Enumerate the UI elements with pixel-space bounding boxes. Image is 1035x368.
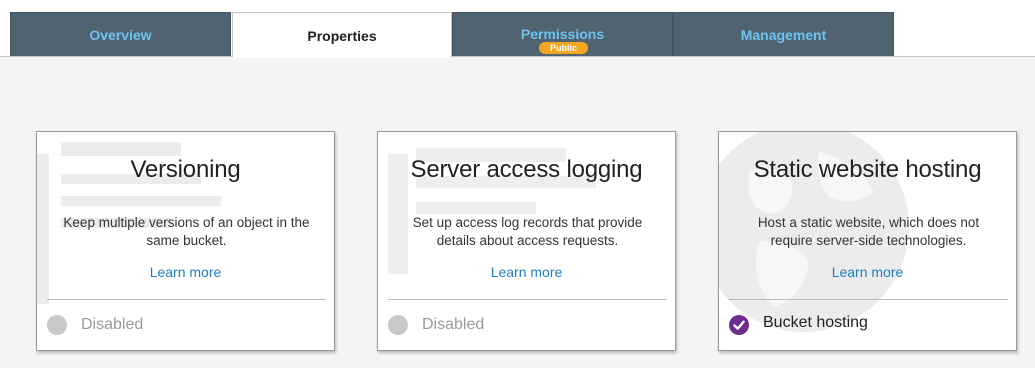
tab-management[interactable]: Management bbox=[673, 12, 894, 57]
public-badge: Public bbox=[539, 42, 588, 54]
learn-more-link[interactable]: Learn more bbox=[378, 264, 675, 280]
status-text: Disabled bbox=[81, 316, 144, 333]
server-access-logging-card[interactable]: Server access logging Set up access log … bbox=[377, 131, 676, 351]
versioning-card[interactable]: Versioning Keep multiple versions of an … bbox=[36, 131, 335, 351]
card-divider bbox=[388, 299, 667, 300]
learn-more-link[interactable]: Learn more bbox=[37, 264, 334, 280]
checkmark-icon bbox=[733, 320, 745, 330]
check-circle-icon bbox=[729, 315, 749, 335]
disabled-circle-icon bbox=[47, 315, 67, 335]
static-website-hosting-card[interactable]: Static website hosting Host a static web… bbox=[718, 131, 1017, 351]
tab-overview[interactable]: Overview bbox=[10, 12, 231, 57]
tab-management-label: Management bbox=[740, 27, 827, 43]
status-text: Disabled bbox=[422, 316, 485, 333]
tab-bar-divider bbox=[0, 56, 1035, 57]
card-divider bbox=[47, 299, 326, 300]
learn-more-link[interactable]: Learn more bbox=[719, 264, 1016, 280]
tab-properties-label: Properties bbox=[307, 28, 377, 44]
card-title: Static website hosting bbox=[753, 156, 982, 183]
card-description: Set up access log records that provide d… bbox=[412, 215, 643, 248]
card-description: Keep multiple versions of an object in t… bbox=[63, 215, 310, 248]
tab-permissions[interactable]: Permissions Public bbox=[452, 12, 673, 57]
card-title: Server access logging bbox=[410, 156, 643, 183]
tab-properties[interactable]: Properties bbox=[232, 12, 452, 58]
card-title: Versioning bbox=[130, 156, 241, 183]
status-text: Bucket hosting bbox=[763, 314, 868, 331]
tab-permissions-label: Permissions bbox=[520, 26, 605, 42]
card-description: Host a static website, which does not re… bbox=[757, 215, 980, 248]
properties-page: Overview Properties Permissions Public M… bbox=[0, 0, 1035, 368]
tab-bar: Overview Properties Permissions Public M… bbox=[0, 0, 1035, 58]
disabled-circle-icon bbox=[388, 315, 408, 335]
card-divider bbox=[729, 299, 1008, 300]
tab-overview-label: Overview bbox=[89, 27, 152, 43]
